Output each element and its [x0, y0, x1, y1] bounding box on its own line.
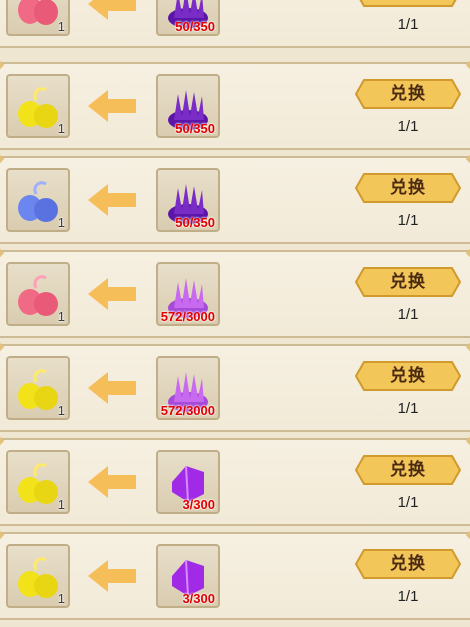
exchange-button-label: 兑换 — [390, 554, 426, 573]
material-requirement: 3/300 — [182, 591, 215, 606]
exchange-limit: 1/1 — [397, 212, 419, 229]
material-requirement: 50/350 — [175, 19, 215, 34]
arrow-left-icon — [88, 90, 136, 122]
fruit-slot[interactable]: 1 — [6, 0, 70, 36]
exchange-button-label: 兑换 — [390, 460, 426, 479]
exchange-limit: 1/1 — [397, 494, 419, 511]
exchange-limit: 1/1 — [397, 588, 419, 605]
item-count: 1 — [57, 19, 65, 34]
exchange-button[interactable]: 兑换 — [354, 360, 462, 392]
arrow-left-icon — [88, 184, 136, 216]
material-slot[interactable]: 572/3000 — [156, 356, 220, 420]
exchange-row: 1 3/300 兑换 1/1 — [0, 438, 470, 526]
fruit-slot[interactable]: 1 — [6, 356, 70, 420]
material-requirement: 572/3000 — [160, 309, 215, 324]
arrow-left-icon — [88, 278, 136, 310]
exchange-limit: 1/1 — [397, 118, 419, 135]
exchange-limit: 1/1 — [397, 306, 419, 323]
material-slot[interactable]: 50/350 — [156, 74, 220, 138]
exchange-button-label: 兑换 — [390, 178, 426, 197]
material-requirement: 572/3000 — [160, 403, 215, 418]
exchange-row: 1 572/3000 兑换 1/1 — [0, 344, 470, 432]
exchange-button-label: 兑换 — [390, 366, 426, 385]
exchange-button[interactable]: 兑换 — [354, 454, 462, 486]
fruit-slot[interactable]: 1 — [6, 544, 70, 608]
exchange-button[interactable]: 兑换 — [354, 172, 462, 204]
item-count: 1 — [57, 215, 65, 230]
item-count: 1 — [57, 403, 65, 418]
exchange-button-label: 兑换 — [390, 84, 426, 103]
material-slot[interactable]: 50/350 — [156, 168, 220, 232]
material-slot[interactable]: 50/350 — [156, 0, 220, 36]
material-slot[interactable]: 3/300 — [156, 544, 220, 608]
exchange-row: 1 50/350 兑换 1/1 — [0, 156, 470, 244]
exchange-limit: 1/1 — [397, 16, 419, 33]
item-count: 1 — [57, 497, 65, 512]
exchange-row: 1 50/350 兑换 1/1 — [0, 62, 470, 150]
fruit-slot[interactable]: 1 — [6, 168, 70, 232]
material-requirement: 50/350 — [175, 121, 215, 136]
exchange-button[interactable]: 兑换 — [354, 0, 462, 8]
arrow-left-icon — [88, 466, 136, 498]
material-requirement: 50/350 — [175, 215, 215, 230]
material-requirement: 3/300 — [182, 497, 215, 512]
exchange-limit: 1/1 — [397, 400, 419, 417]
arrow-left-icon — [88, 560, 136, 592]
exchange-button-label: 兑换 — [390, 272, 426, 291]
exchange-row: 1 3/300 兑换 1/1 — [0, 532, 470, 620]
exchange-button[interactable]: 兑换 — [354, 78, 462, 110]
fruit-slot[interactable]: 1 — [6, 450, 70, 514]
arrow-left-icon — [88, 0, 136, 20]
fruit-slot[interactable]: 1 — [6, 262, 70, 326]
item-count: 1 — [57, 309, 65, 324]
arrow-left-icon — [88, 372, 136, 404]
exchange-button[interactable]: 兑换 — [354, 548, 462, 580]
item-count: 1 — [57, 121, 65, 136]
exchange-row: 1 572/3000 兑换 1/1 — [0, 250, 470, 338]
fruit-slot[interactable]: 1 — [6, 74, 70, 138]
material-slot[interactable]: 572/3000 — [156, 262, 220, 326]
exchange-button-label: 兑换 — [354, 0, 462, 8]
material-slot[interactable]: 3/300 — [156, 450, 220, 514]
item-count: 1 — [57, 591, 65, 606]
exchange-button[interactable]: 兑换 — [354, 266, 462, 298]
exchange-row: 1 50/350 兑换 1/1 — [0, 0, 470, 48]
